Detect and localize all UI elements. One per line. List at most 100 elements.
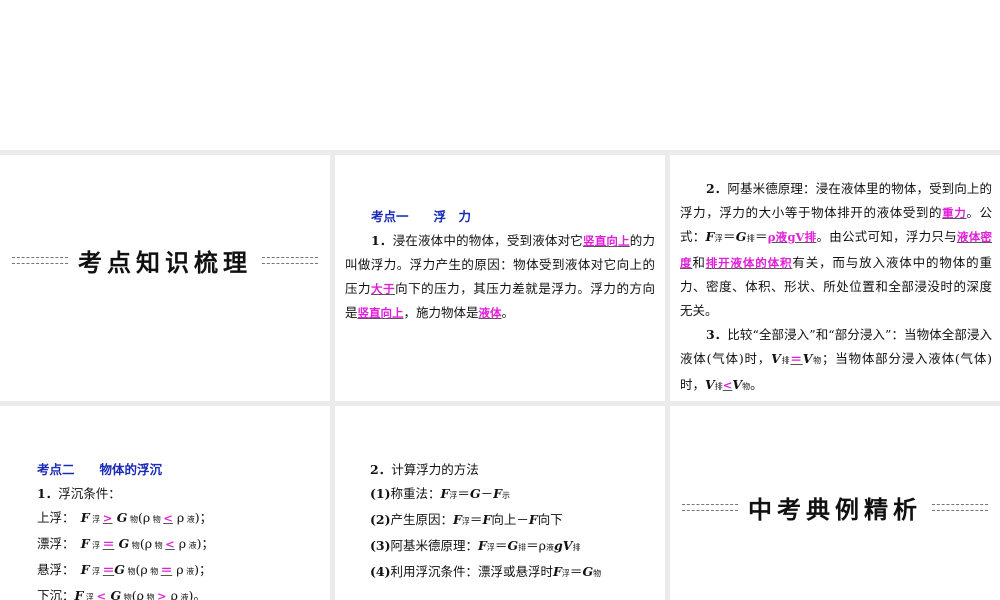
paragraph: 1．浮沉条件： — [37, 482, 322, 506]
subscript: 液 — [184, 515, 195, 524]
variable: F — [80, 510, 90, 525]
text-segment: ρ — [172, 510, 185, 525]
answer-blank: 排开液体的体积 — [705, 256, 793, 270]
text-segment: 漂浮： — [37, 536, 81, 551]
subscript: 浮 — [714, 234, 723, 243]
answer-blank: 重力 — [942, 206, 967, 220]
subscript: 物 — [129, 541, 140, 550]
text-segment: 上浮： — [37, 510, 81, 525]
text-segment: 悬浮： — [37, 562, 81, 577]
subscript: 浮 — [89, 567, 103, 576]
text-segment: (ρ — [139, 536, 153, 551]
text-segment: )； — [194, 562, 212, 577]
answer-blank: ＝ — [102, 563, 115, 577]
answer-blank: > — [102, 511, 113, 525]
variable: G — [735, 229, 747, 244]
subscript: 浮 — [461, 517, 470, 526]
slide-buoyancy-point1[interactable]: 考点一 浮 力 1．浸在液体中的物体，受到液体对它竖直向上的力叫做浮力。浮力产生的… — [335, 155, 665, 401]
text-segment: － — [480, 486, 494, 501]
text-segment: ＝ — [754, 229, 768, 244]
item-number: (2) — [370, 512, 391, 527]
variable: F — [453, 512, 462, 527]
answer-blank: 大于 — [371, 282, 396, 296]
subscript: 物 — [152, 541, 166, 550]
variable: V — [732, 377, 743, 392]
variable: G — [112, 510, 128, 525]
subscript: 排 — [714, 382, 723, 391]
paragraph: 2．阿基米德原理：浸在液体里的物体，受到向上的浮力，浮力的大小等于物体排开的液体… — [680, 177, 992, 323]
variable: V — [705, 377, 715, 392]
slide-archimedes[interactable]: 2．阿基米德原理：浸在液体里的物体，受到向上的浮力，浮力的大小等于物体排开的液体… — [670, 155, 1000, 401]
variable: F — [482, 512, 492, 527]
subscript: 物 — [124, 567, 136, 576]
subscript: 浮 — [486, 543, 495, 552]
text-segment: )。 — [188, 588, 206, 600]
subscript: 液 — [186, 541, 197, 550]
paragraph: 下沉：F 浮 < G 物(ρ 物 > ρ 液)。 — [37, 584, 322, 600]
item-number: 3． — [706, 327, 728, 342]
subscript: 液 — [178, 593, 189, 600]
text-segment: 和 — [692, 255, 706, 270]
item-number: 1． — [37, 486, 59, 501]
slide-text: 2．计算浮力的方法 (1)称重法：F浮＝G－F示 (2)产生原因：F浮＝F向上－F向… — [370, 458, 660, 586]
text-segment: ，施力物体是 — [403, 305, 479, 320]
paragraph: 上浮： F 浮 > G 物(ρ 物 < ρ 液)； — [37, 506, 322, 532]
answer-blank: < — [96, 589, 107, 600]
subscript: 物 — [742, 382, 751, 391]
subscript: 排 — [780, 356, 791, 365]
subscript: 液 — [545, 543, 554, 552]
answer-blank: < — [163, 511, 173, 525]
variable: gV — [553, 538, 573, 553]
dashed-divider-left — [12, 257, 68, 264]
section-title-text: 中考典例精析 — [748, 496, 922, 524]
subscript: 排 — [746, 234, 755, 243]
paragraph: (1)称重法：F浮＝G－F示 — [370, 482, 660, 508]
text-segment: ρ — [166, 588, 178, 600]
text-segment: 下沉： — [37, 588, 75, 600]
paragraph: 考点一 浮 力 — [345, 205, 655, 229]
slide-text: 考点二 物体的浮沉 1．浮沉条件： 上浮： F 浮 > G 物(ρ 物 < ρ 液)… — [37, 458, 322, 600]
slide-text: 2．阿基米德原理：浸在液体里的物体，受到向上的浮力，浮力的大小等于物体排开的液体… — [680, 177, 992, 399]
subscript: 浮 — [89, 515, 103, 524]
dashed-divider-right — [262, 257, 318, 264]
text-segment: 。 — [750, 377, 763, 392]
text-segment: (ρ — [135, 562, 148, 577]
answer-blank: < — [722, 378, 733, 392]
variable: V — [771, 351, 781, 366]
text-segment: ＝ — [494, 538, 508, 553]
item-number: 1． — [371, 233, 393, 248]
item-number: (4) — [370, 564, 391, 579]
item-number: (3) — [370, 538, 391, 553]
answer-blank: > — [157, 589, 167, 600]
text-segment: 称重法： — [390, 486, 441, 501]
variable: G — [114, 562, 125, 577]
slide-knowledge-title[interactable]: 考点知识梳理 — [0, 155, 330, 401]
text-segment: ＝ — [569, 564, 583, 579]
topic-heading: 考点一 浮 力 — [371, 209, 472, 224]
variable: F — [553, 564, 562, 579]
item-number: 2． — [370, 462, 392, 477]
text-segment: (ρ — [131, 588, 144, 600]
slide-examples-title[interactable]: 中考典例精析 — [670, 406, 1000, 600]
variable: F — [478, 538, 487, 553]
subscript: 物 — [121, 593, 132, 600]
slide-calc-methods[interactable]: 2．计算浮力的方法 (1)称重法：F浮＝G－F示 (2)产生原因：F浮＝F向上－F向… — [335, 406, 665, 600]
paragraph: 3．比较“全部浸入”和“部分浸入”：当物体全部浸入液体(气体)时，V排＝V物；当… — [680, 323, 992, 399]
slide-float-sink[interactable]: 考点二 物体的浮沉 1．浮沉条件： 上浮： F 浮 > G 物(ρ 物 < ρ 液)… — [0, 406, 330, 600]
text-segment: ＝ — [722, 229, 736, 244]
subscript: 物 — [147, 567, 161, 576]
topic-heading: 考点二 物体的浮沉 — [37, 462, 163, 477]
dashed-divider-left — [682, 504, 738, 511]
variable: F — [528, 512, 538, 527]
text-segment: 。由公式可知，浮力只与 — [816, 229, 957, 244]
subscript: 排 — [518, 543, 527, 552]
variable: G — [114, 536, 130, 551]
text-segment: ρ — [174, 536, 187, 551]
dashed-divider-right — [932, 504, 988, 511]
variable: F — [80, 536, 90, 551]
text-segment: ρ — [172, 562, 184, 577]
paragraph: 考点二 物体的浮沉 — [37, 458, 322, 482]
variable: G — [106, 588, 122, 600]
blank-header-area — [0, 0, 1000, 150]
text-segment: 阿基米德原理： — [390, 538, 479, 553]
